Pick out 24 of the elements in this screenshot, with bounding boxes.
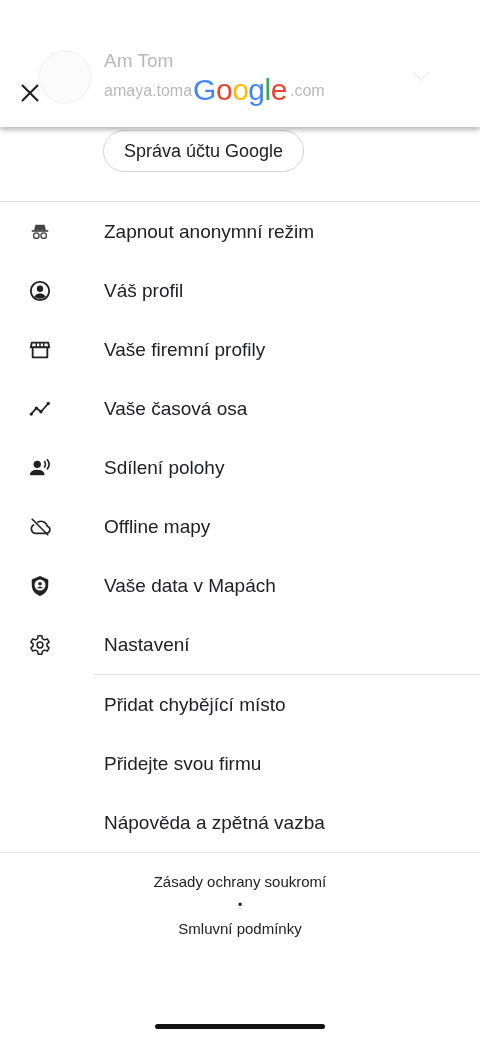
menu-item[interactable]: Vaše data v Mapách (104, 574, 276, 597)
shield-icon (29, 574, 51, 597)
cloud-off-icon (29, 515, 51, 538)
menu-item[interactable]: Přidat chybějící místo (104, 693, 286, 716)
privacy-link[interactable]: Zásady ochrany soukromí (153, 873, 327, 890)
menu-item[interactable]: Přidejte svou firmu (104, 752, 262, 775)
menu-item[interactable]: Nastavení (104, 633, 190, 656)
account-email: .com (290, 82, 325, 100)
close-icon[interactable] (20, 83, 40, 103)
google-logo: Google (193, 73, 287, 107)
menu-item[interactable]: Zapnout anonymní režim (104, 220, 315, 243)
settings-icon (29, 633, 51, 656)
menu-item[interactable]: Nápověda a zpětná vazba (104, 811, 325, 834)
separator-dot: • (237, 898, 243, 912)
menu-item[interactable]: Vaše časová osa (104, 397, 248, 420)
menu-item[interactable]: Vaše firemní profily (104, 338, 266, 361)
profile-icon (29, 279, 51, 302)
menu-item[interactable]: Offline mapy (104, 515, 211, 538)
manage-account-button[interactable]: Správa účtu Google (103, 130, 305, 172)
menu-item[interactable]: Sdílení polohy (104, 456, 225, 479)
terms-link[interactable]: Smluvní podmínky (178, 920, 302, 937)
account-email: amaya.toma (104, 82, 193, 100)
account-name: Am Tom (104, 50, 174, 72)
menu-item[interactable]: Váš profil (104, 279, 184, 302)
